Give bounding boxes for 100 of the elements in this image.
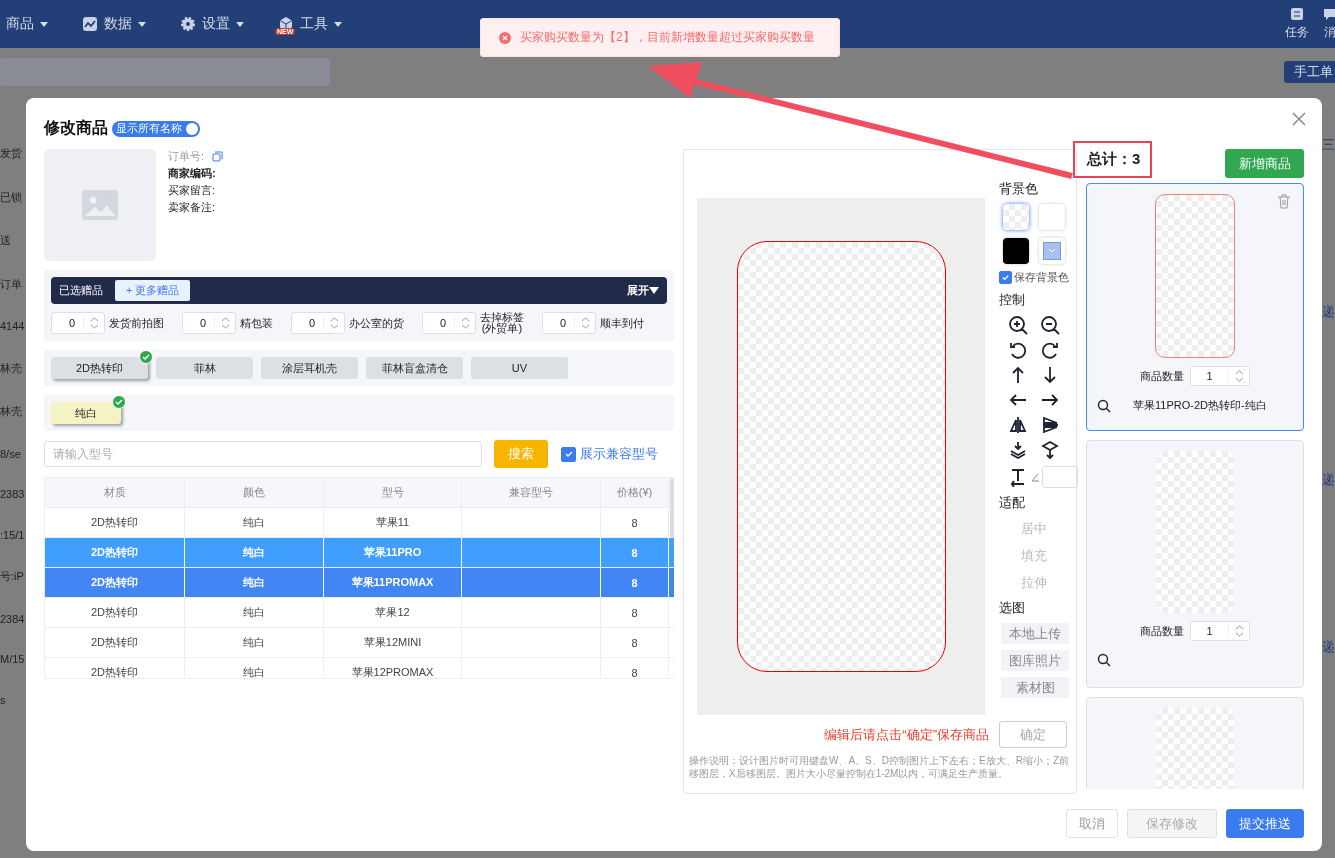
section-title: 控制 <box>999 291 1025 309</box>
angle-icon <box>1030 472 1040 482</box>
table-cell: 2D热转印 <box>45 568 185 597</box>
background-swatch[interactable] <box>1003 204 1029 230</box>
manual-order-button[interactable]: 手工单 <box>1284 61 1335 83</box>
nav-menu-item[interactable]: 商品 <box>6 15 34 33</box>
task-icon[interactable] <box>1290 7 1304 21</box>
table-row[interactable]: 2D热转印 纯白 苹果12 8 <box>45 598 674 628</box>
quantity-stepper[interactable]: 1 <box>1190 366 1250 386</box>
angle-input[interactable] <box>1042 466 1078 488</box>
table-row[interactable]: 2D热转印 纯白 苹果11PROMAX 8 <box>45 568 674 598</box>
flip-vertical-icon[interactable] <box>1040 415 1060 435</box>
table-cell: 2D热转印 <box>45 508 185 537</box>
number-stepper[interactable]: 0 <box>291 312 345 334</box>
search-icon[interactable] <box>1097 398 1111 413</box>
number-stepper[interactable]: 0 <box>182 312 236 334</box>
background-text: 号:iP <box>0 569 25 585</box>
nav-shortcut-label[interactable]: 消 <box>1324 24 1335 41</box>
layer-up-icon[interactable] <box>1040 440 1060 460</box>
stepper-arrows-icon[interactable] <box>1234 624 1244 638</box>
checkmark-icon <box>563 449 574 459</box>
background-text: 三 <box>1322 136 1335 154</box>
gift-label: 精包装 <box>240 317 273 329</box>
material-option[interactable]: 涂层耳机壳 <box>261 357 358 379</box>
save-background-label[interactable]: 保存背景色 <box>1014 270 1069 285</box>
background-text: 发货 <box>0 146 23 161</box>
table-cell: 纯白 <box>185 568 324 597</box>
dialog-button[interactable]: 提交推送 <box>1226 809 1304 838</box>
table-cell: 苹果12 <box>324 598 462 627</box>
table-cell: 8 <box>601 628 669 657</box>
background-text: 订单 <box>0 276 23 292</box>
zoom-out-icon[interactable] <box>1040 315 1060 335</box>
caret-icon <box>40 21 48 27</box>
background-swatch[interactable] <box>1003 238 1029 264</box>
table-row[interactable]: 2D热转印 纯白 苹果12MINI 8 <box>45 628 674 658</box>
expand-link[interactable]: 展开 <box>627 283 649 298</box>
material-option[interactable]: 菲林盲盒清仓 <box>366 357 463 379</box>
gifts-title: 已选赠品 <box>59 283 103 298</box>
table-cell: 苹果11 <box>324 508 462 537</box>
rotate-left-icon[interactable] <box>1008 340 1028 360</box>
checkbox[interactable] <box>561 446 576 462</box>
quantity-stepper[interactable]: 1 <box>1190 621 1250 641</box>
show-compatible-label[interactable]: 展示兼容型号 <box>580 445 658 463</box>
trash-icon[interactable] <box>1277 194 1291 209</box>
stepper-arrows-icon[interactable] <box>220 316 230 330</box>
model-search-field[interactable]: 请输入型号 <box>44 441 482 467</box>
background-swatch[interactable] <box>1039 238 1065 264</box>
more-gifts-button[interactable]: + 更多赠品 <box>115 280 191 301</box>
gear-icon <box>180 16 196 32</box>
section-title: 选图 <box>999 599 1025 617</box>
error-message: 买家购买数量为【2】，目前新增数量超过买家购买数量 <box>520 29 815 46</box>
caret-icon <box>334 21 342 27</box>
chart-icon <box>82 16 98 32</box>
save-hint: 编辑后请点击“确定”保存商品 <box>824 725 989 744</box>
background-text: 4144 <box>0 320 26 333</box>
product-card[interactable]: 商品数量 1 苹果11PRO-2D热转印-纯白 <box>1086 183 1304 431</box>
stepper-arrows-icon[interactable] <box>329 316 339 330</box>
column-header: 颜色 <box>185 478 324 507</box>
order-info-label: 商家编码: <box>168 166 216 181</box>
rotate-right-icon[interactable] <box>1040 340 1060 360</box>
search-icon[interactable] <box>1097 653 1111 667</box>
nav-menu-item[interactable]: 数据 <box>104 15 132 33</box>
checkbox[interactable] <box>999 271 1012 284</box>
table-cell: 8 <box>601 658 669 678</box>
stepper-arrows-icon[interactable] <box>460 316 470 330</box>
material-option[interactable]: 2D热转印 <box>51 357 148 379</box>
nav-menu-item[interactable]: 工具 <box>300 15 328 33</box>
copy-icon[interactable] <box>212 151 224 162</box>
number-stepper[interactable]: 0 <box>51 312 105 334</box>
stepper-arrows-icon[interactable] <box>580 316 590 330</box>
table-cell: 8 <box>601 598 669 627</box>
nav-menu-item[interactable]: 设置 <box>202 15 230 33</box>
message-icon[interactable] <box>1323 7 1335 21</box>
color-option[interactable]: 纯白 <box>51 402 121 424</box>
product-name: 苹果11PRO-2D热转印-纯白 <box>1133 398 1267 413</box>
table-cell: 8 <box>601 538 669 567</box>
background-text: 递 <box>1322 638 1335 656</box>
table-row[interactable]: 2D热转印 纯白 苹果12PROMAX 8 <box>45 658 674 678</box>
product-card[interactable]: 商品数量 1 <box>1086 440 1304 688</box>
stepper-arrows-icon[interactable] <box>89 316 99 330</box>
stepper-arrows-icon[interactable] <box>1234 369 1244 383</box>
table-cell: 苹果12MINI <box>324 628 462 657</box>
number-stepper[interactable]: 0 <box>542 312 596 334</box>
material-option[interactable]: UV <box>471 357 568 379</box>
material-option[interactable]: 菲林 <box>156 357 253 379</box>
gift-label: 顺丰到付 <box>600 317 644 329</box>
total-count: 总计：3 <box>1073 141 1153 178</box>
number-stepper[interactable]: 0 <box>422 312 476 334</box>
background-text: 递 <box>1322 470 1335 489</box>
caret-icon <box>649 287 659 294</box>
layer-down-icon[interactable] <box>1008 440 1028 460</box>
table-cell: 纯白 <box>185 598 324 627</box>
close-icon[interactable] <box>1292 112 1306 126</box>
section-title: 背景色 <box>999 180 1038 198</box>
zoom-in-icon[interactable] <box>1008 315 1028 335</box>
flip-horizontal-icon[interactable] <box>1008 415 1028 435</box>
nav-shortcut-label[interactable]: 任务 <box>1285 24 1309 41</box>
background-text: 2384 <box>0 612 26 625</box>
show-names-toggle[interactable]: 显示所有名称 <box>112 120 200 137</box>
background-text: 已锁 <box>0 189 23 205</box>
